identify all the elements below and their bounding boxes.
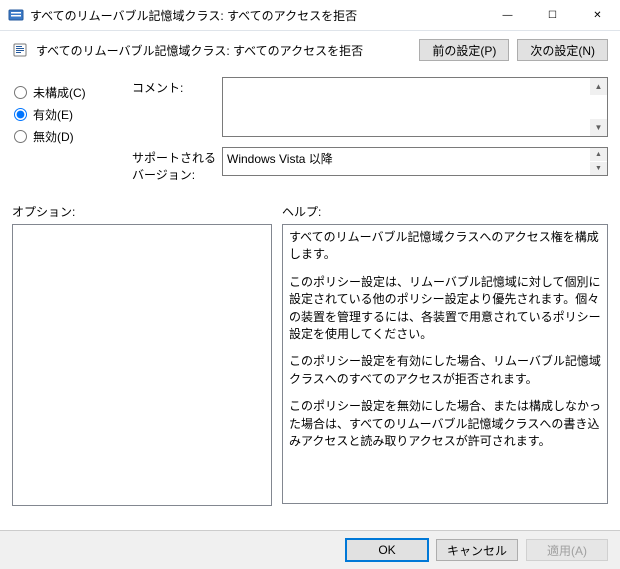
- sections-body: すべてのリムーバブル記憶域クラスへのアクセス権を構成します。 このポリシー設定は…: [0, 224, 620, 524]
- radio-not-configured-input[interactable]: [14, 86, 27, 99]
- comment-textbox[interactable]: ▲ ▼: [222, 77, 608, 137]
- radio-enabled-label: 有効(E): [33, 106, 73, 123]
- policy-icon: [12, 42, 28, 58]
- supported-textbox: Windows Vista 以降 ▲ ▼: [222, 147, 608, 176]
- scroll-up-icon[interactable]: ▲: [590, 148, 607, 161]
- policy-editor-window: すべてのリムーバブル記憶域クラス: すべてのアクセスを拒否 — ☐ ✕ すべての…: [0, 0, 620, 569]
- help-paragraph: このポリシー設定を無効にした場合、または構成しなかった場合は、すべてのリムーバブ…: [289, 398, 601, 450]
- comment-value: [223, 78, 607, 82]
- radio-not-configured-label: 未構成(C): [33, 84, 86, 101]
- scroll-up-icon[interactable]: ▲: [590, 78, 607, 95]
- scroll-down-icon[interactable]: ▼: [590, 119, 607, 136]
- next-setting-button[interactable]: 次の設定(N): [517, 39, 608, 61]
- state-radio-group: 未構成(C) 有効(E) 無効(D): [12, 77, 132, 189]
- window-controls: — ☐ ✕: [485, 0, 620, 30]
- help-paragraph: すべてのリムーバブル記憶域クラスへのアクセス権を構成します。: [289, 229, 601, 264]
- help-label: ヘルプ:: [282, 203, 321, 220]
- apply-button: 適用(A): [526, 539, 608, 561]
- close-button[interactable]: ✕: [575, 0, 620, 30]
- options-label: オプション:: [12, 203, 282, 220]
- comment-label: コメント:: [132, 77, 222, 96]
- supported-label: サポートされるバージョン:: [132, 147, 222, 183]
- cancel-button[interactable]: キャンセル: [436, 539, 518, 561]
- sections-headers: オプション: ヘルプ:: [0, 203, 620, 220]
- radio-enabled-input[interactable]: [14, 108, 27, 121]
- ok-button[interactable]: OK: [346, 539, 428, 561]
- help-paragraph: このポリシー設定は、リムーバブル記憶域に対して個別に設定されている他のポリシー設…: [289, 274, 601, 344]
- app-icon: [8, 7, 24, 23]
- help-panel: すべてのリムーバブル記憶域クラスへのアクセス権を構成します。 このポリシー設定は…: [282, 224, 608, 504]
- previous-setting-button[interactable]: 前の設定(P): [419, 39, 509, 61]
- policy-title: すべてのリムーバブル記憶域クラス: すべてのアクセスを拒否: [36, 42, 411, 59]
- supported-value: Windows Vista 以降: [223, 148, 607, 169]
- radio-disabled[interactable]: 無効(D): [12, 125, 132, 147]
- policy-header-area: すべてのリムーバブル記憶域クラス: すべてのアクセスを拒否 前の設定(P) 次の…: [0, 31, 620, 193]
- titlebar: すべてのリムーバブル記憶域クラス: すべてのアクセスを拒否 — ☐ ✕: [0, 0, 620, 31]
- radio-not-configured[interactable]: 未構成(C): [12, 81, 132, 103]
- radio-disabled-label: 無効(D): [33, 128, 74, 145]
- scroll-down-icon[interactable]: ▼: [590, 162, 607, 175]
- dialog-button-bar: OK キャンセル 適用(A): [0, 530, 620, 569]
- minimize-button[interactable]: —: [485, 0, 530, 30]
- radio-enabled[interactable]: 有効(E): [12, 103, 132, 125]
- radio-disabled-input[interactable]: [14, 130, 27, 143]
- window-title: すべてのリムーバブル記憶域クラス: すべてのアクセスを拒否: [30, 7, 485, 24]
- help-paragraph: このポリシー設定を有効にした場合、リムーバブル記憶域クラスへのすべてのアクセスが…: [289, 353, 601, 388]
- maximize-button[interactable]: ☐: [530, 0, 575, 30]
- options-panel: [12, 224, 272, 506]
